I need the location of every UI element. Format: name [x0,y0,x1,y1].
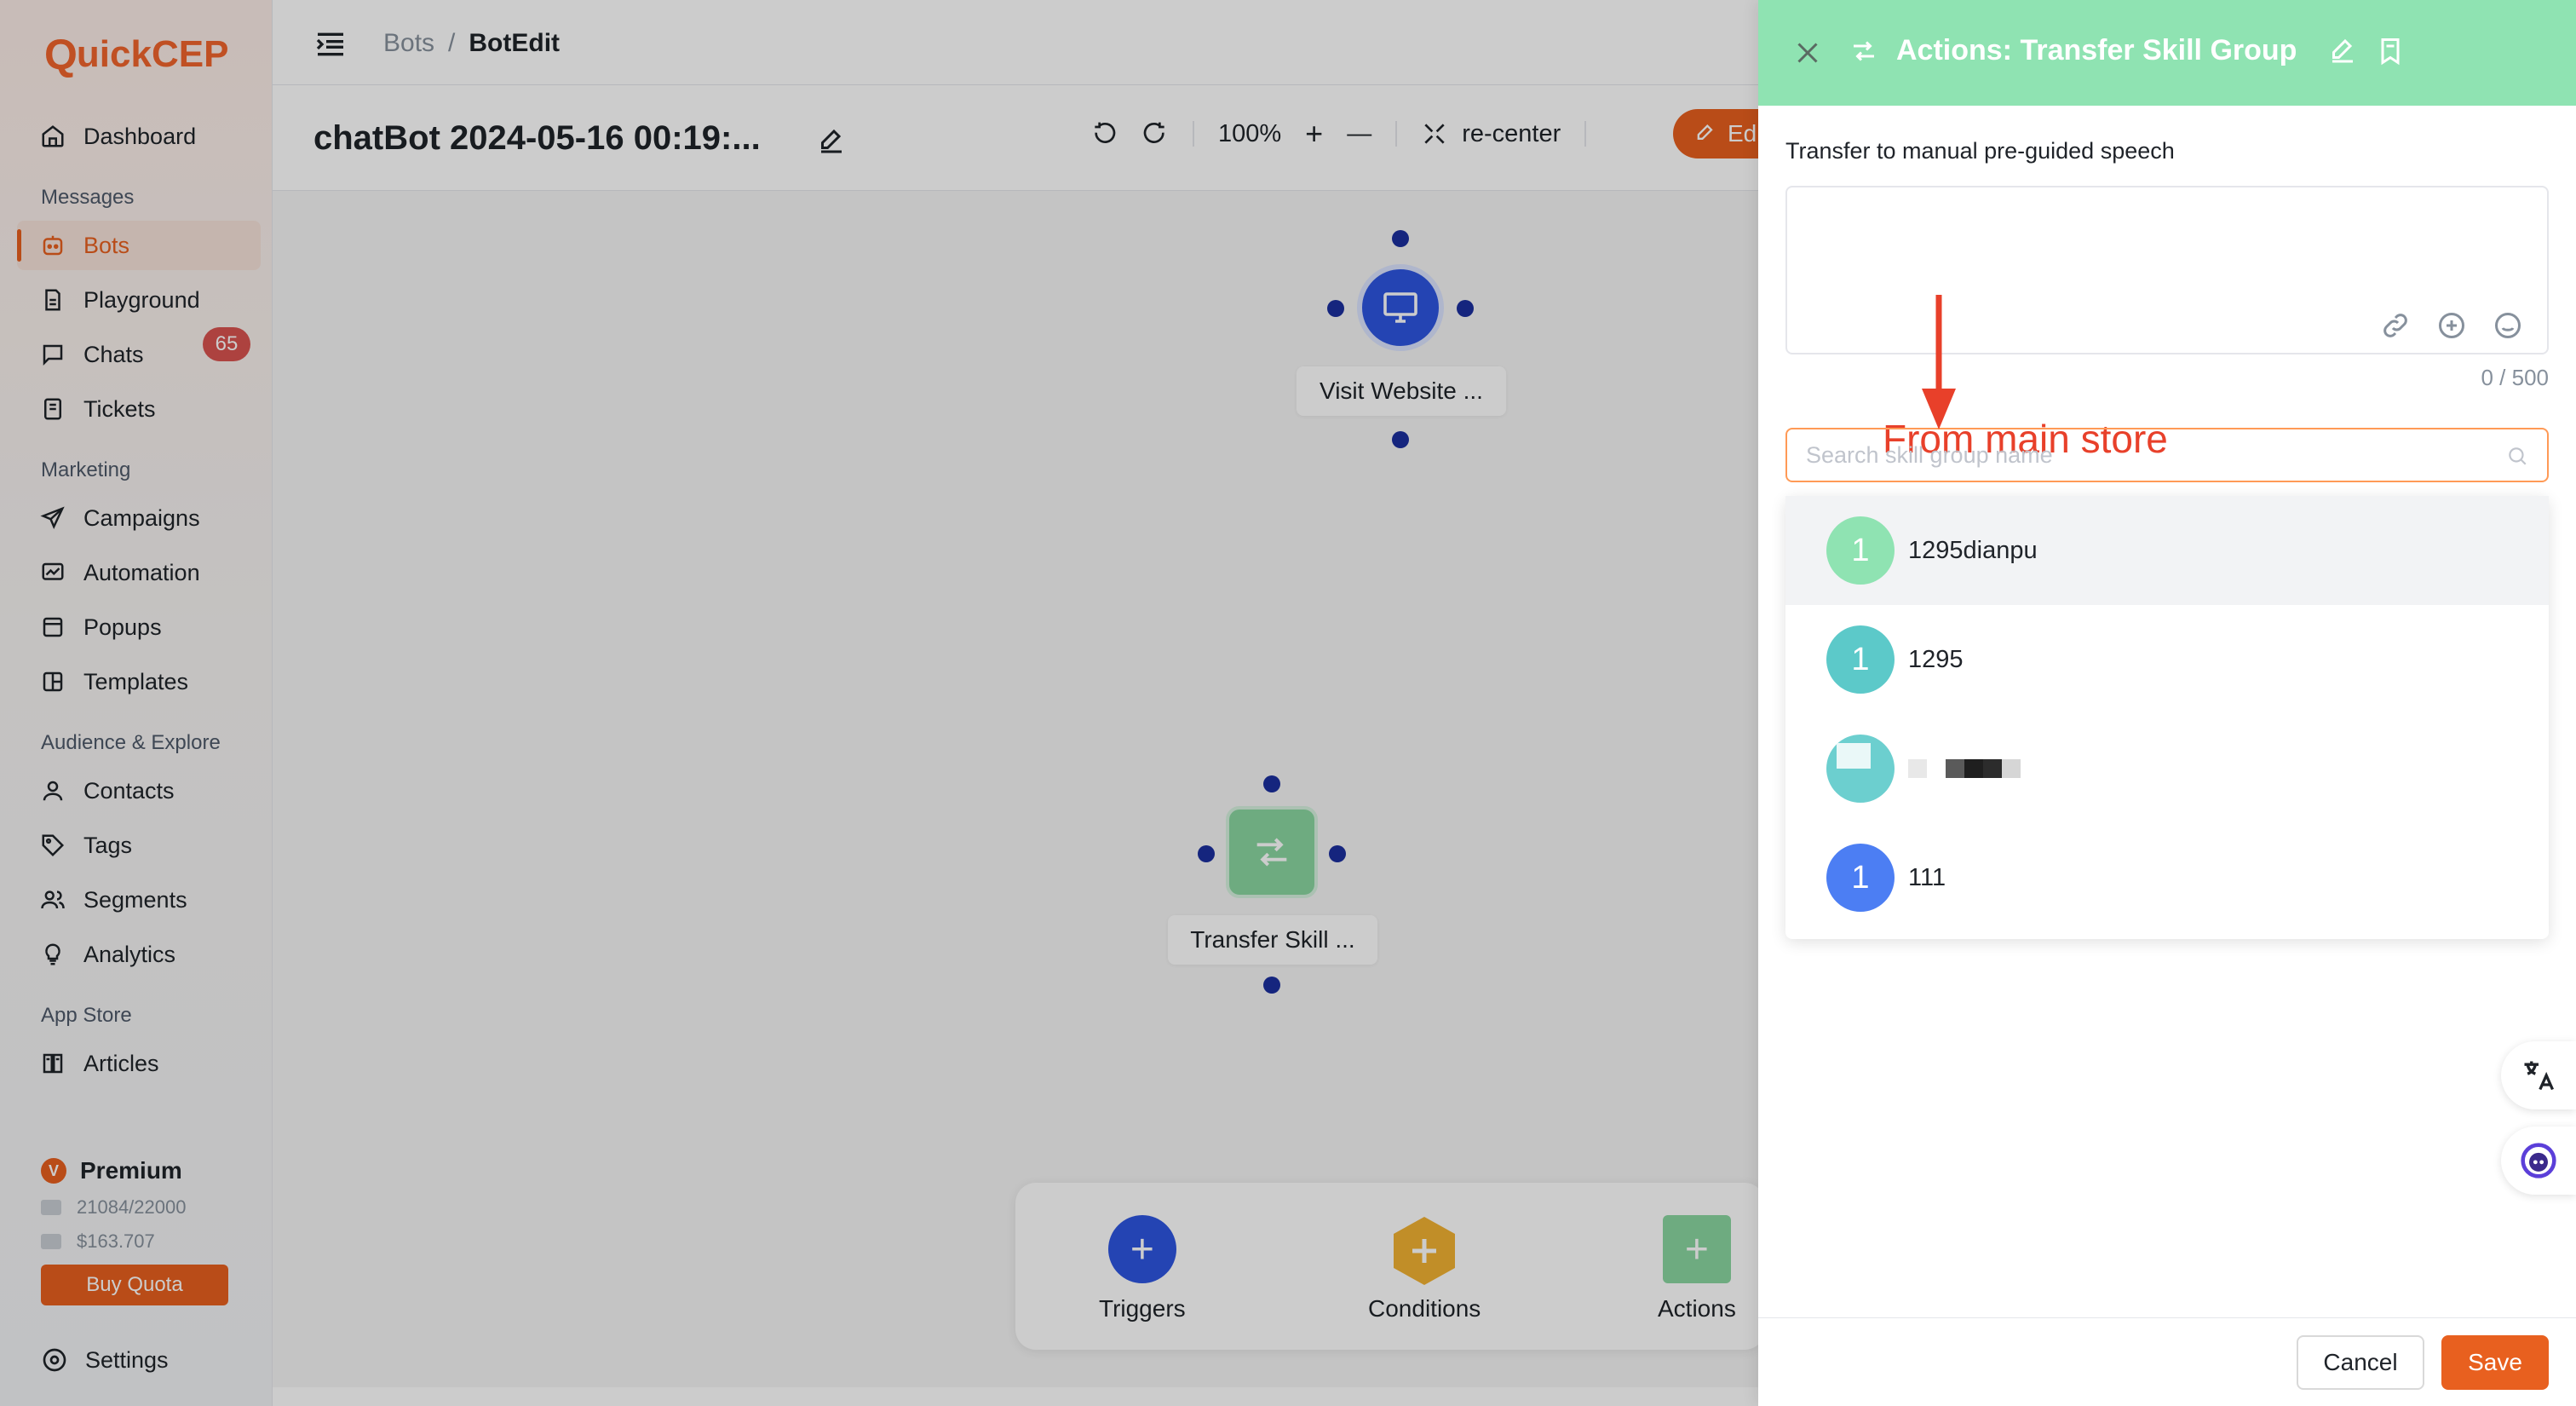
option-name: 1295dianpu [1908,536,2038,564]
skill-group-dropdown: 1 1295dianpu 1 1295 1 111 [1785,496,2549,939]
avatar: 1 [1826,844,1895,912]
drawer-footer: Cancel Save [1758,1317,2576,1406]
cancel-button[interactable]: Cancel [2297,1335,2424,1390]
drawer-header: Actions: Transfer Skill Group [1758,0,2576,106]
close-icon[interactable] [1792,37,1823,68]
link-icon[interactable] [2380,310,2411,341]
drawer-title: Actions: Transfer Skill Group [1849,34,2406,67]
skill-group-search[interactable] [1785,428,2549,482]
assistant-bot-icon [2521,1143,2556,1178]
pre-guided-speech-label: Transfer to manual pre-guided speech [1785,138,2175,164]
avatar: 1 [1826,625,1895,694]
modal-overlay[interactable] [0,0,1758,1406]
bookmark-icon[interactable] [2375,36,2406,66]
avatar-chat-bubble [1837,743,1871,769]
pre-guided-speech-input[interactable]: From main store [1785,186,2549,461]
skill-group-search-input[interactable] [1806,441,2487,469]
option-name: 111 [1908,863,1946,891]
avatar: 1 [1826,516,1895,585]
transfer-icon [1854,40,1874,61]
save-button[interactable]: Save [2441,1335,2549,1390]
drawer-title-text: Actions: Transfer Skill Group [1896,34,2297,66]
search-icon [2509,447,2527,465]
action-config-drawer: Actions: Transfer Skill Group Transfer t… [1758,0,2576,1406]
char-counter: 0 / 500 [2481,365,2549,390]
rename-icon[interactable] [2327,36,2358,66]
skill-group-option[interactable]: 1 1295dianpu [1785,496,2549,605]
translate-icon [2524,1061,2555,1091]
textarea-tools [2380,310,2523,341]
option-name: 1295 [1908,645,1964,673]
skill-group-option[interactable]: 1 1295 [1785,605,2549,714]
translate-button[interactable] [2501,1041,2576,1109]
emoji-icon[interactable] [2493,310,2523,341]
annotation-arrow [1922,295,1956,429]
add-circle-icon[interactable] [2436,310,2467,341]
redacted-name [1908,759,2021,778]
avatar-image [1826,735,1895,803]
assistant-bot-button[interactable] [2501,1127,2576,1195]
skill-group-option[interactable] [1785,714,2549,823]
skill-group-option[interactable]: 1 111 [1785,823,2549,932]
